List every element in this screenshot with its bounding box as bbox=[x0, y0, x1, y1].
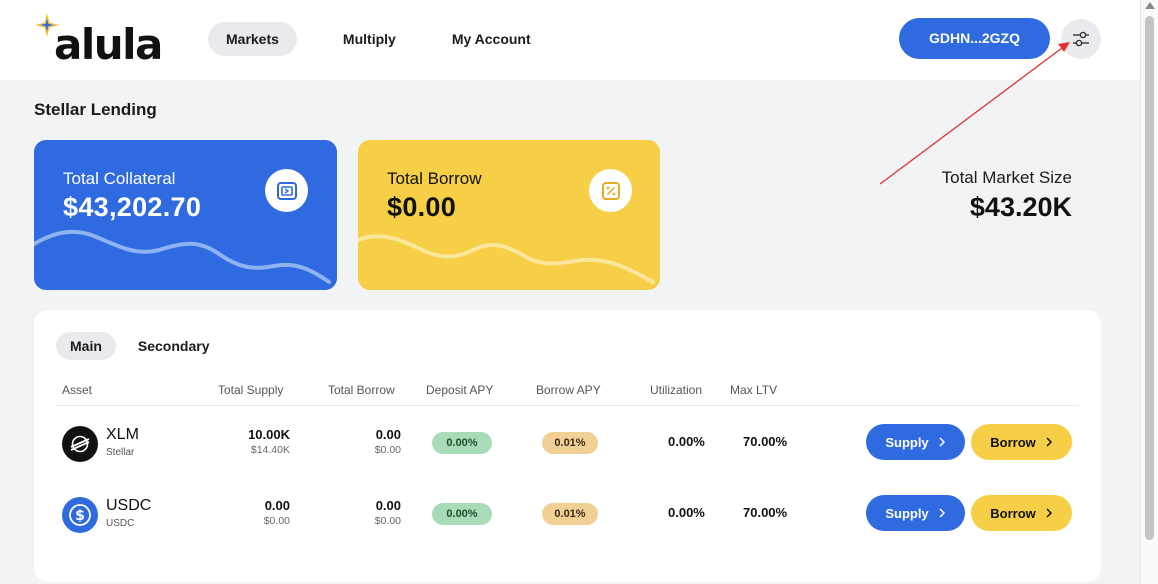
utilization-value: 0.00% bbox=[668, 434, 705, 449]
borrow-label: Total Borrow bbox=[387, 169, 482, 188]
tab-main[interactable]: Main bbox=[56, 332, 116, 360]
header-utilization: Utilization bbox=[650, 383, 703, 397]
asset-symbol: USDC bbox=[106, 497, 152, 514]
markets-panel: Main Secondary Asset Total Supply Total … bbox=[34, 310, 1101, 582]
market-size-value: $43.20K bbox=[969, 192, 1072, 222]
nav-multiply[interactable]: Multiply bbox=[325, 22, 414, 56]
borrow-button-label: Borrow bbox=[990, 434, 1036, 450]
total-market-size: Total Market Size $43.20K bbox=[942, 168, 1072, 223]
supply-button-label: Supply bbox=[885, 505, 929, 521]
top-header: alula Markets Multiply My Account GDHN..… bbox=[0, 0, 1140, 80]
total-borrow-usd: $0.00 bbox=[374, 515, 401, 527]
utilization-value: 0.00% bbox=[668, 505, 705, 520]
brand-name: alula bbox=[54, 20, 163, 69]
header-deposit-apy: Deposit APY bbox=[426, 383, 494, 397]
supply-button[interactable]: Supply bbox=[866, 495, 965, 531]
total-supply-value: 10.00K bbox=[248, 427, 290, 442]
chevron-right-icon bbox=[939, 508, 945, 518]
sliders-icon bbox=[1073, 31, 1089, 47]
vault-icon bbox=[265, 169, 308, 212]
nav-markets[interactable]: Markets bbox=[208, 22, 297, 56]
collateral-label: Total Collateral bbox=[63, 169, 176, 188]
deposit-apy-badge: 0.00% bbox=[432, 503, 492, 525]
nav-my-account[interactable]: My Account bbox=[434, 22, 549, 56]
page-title: Stellar Lending bbox=[34, 100, 157, 119]
header-total-borrow: Total Borrow bbox=[328, 383, 395, 397]
header-total-supply: Total Supply bbox=[218, 383, 284, 397]
supply-button-label: Supply bbox=[885, 434, 929, 450]
total-supply-value: 0.00 bbox=[264, 498, 290, 513]
borrow-wave-graphic bbox=[358, 234, 655, 284]
usdc-icon: $ bbox=[62, 497, 98, 533]
borrow-button[interactable]: Borrow bbox=[971, 495, 1072, 531]
market-tabs: Main Secondary bbox=[56, 332, 231, 360]
settings-button[interactable] bbox=[1061, 19, 1101, 59]
header-divider bbox=[56, 405, 1079, 406]
chevron-right-icon bbox=[1046, 508, 1052, 518]
max-ltv-value: 70.00% bbox=[743, 505, 788, 520]
borrow-button[interactable]: Borrow bbox=[971, 424, 1072, 460]
chevron-right-icon bbox=[1046, 437, 1052, 447]
header-asset: Asset bbox=[62, 383, 93, 397]
scrollbar-thumb[interactable] bbox=[1145, 16, 1154, 540]
svg-text:$: $ bbox=[75, 508, 85, 524]
scroll-up-icon[interactable] bbox=[1145, 2, 1155, 9]
max-ltv-value: 70.00% bbox=[743, 434, 788, 449]
total-borrow-card: Total Borrow $0.00 bbox=[358, 140, 660, 290]
asset-name: Stellar bbox=[106, 447, 135, 458]
page-scrollbar[interactable] bbox=[1140, 0, 1158, 584]
market-size-label: Total Market Size bbox=[941, 168, 1072, 187]
asset-symbol: XLM bbox=[106, 426, 139, 443]
collateral-wave-graphic bbox=[34, 229, 331, 284]
borrow-apy-badge: 0.01% bbox=[542, 503, 598, 525]
main-nav: Markets Multiply My Account bbox=[208, 22, 559, 56]
table-row: XLM Stellar 10.00K $14.40K 0.00 $0.00 0.… bbox=[34, 420, 1101, 472]
total-supply-usd: $14.40K bbox=[250, 444, 290, 456]
total-borrow-usd: $0.00 bbox=[374, 444, 401, 456]
percent-icon bbox=[589, 169, 632, 212]
total-supply-usd: $0.00 bbox=[263, 515, 290, 527]
asset-name: USDC bbox=[106, 518, 135, 529]
star-icon bbox=[35, 13, 59, 37]
chevron-right-icon bbox=[939, 437, 945, 447]
header-borrow-apy: Borrow APY bbox=[536, 383, 601, 397]
tab-secondary[interactable]: Secondary bbox=[124, 332, 224, 360]
borrow-apy-badge: 0.01% bbox=[542, 432, 598, 454]
borrow-button-label: Borrow bbox=[990, 505, 1036, 521]
table-row: $ USDC USDC 0.00 $0.00 0.00 $0.00 0.00% … bbox=[34, 491, 1101, 543]
total-collateral-card: Total Collateral $43,202.70 bbox=[34, 140, 337, 290]
supply-button[interactable]: Supply bbox=[866, 424, 965, 460]
total-borrow-value: 0.00 bbox=[375, 427, 401, 442]
header-max-ltv: Max LTV bbox=[730, 383, 778, 397]
total-borrow-value: 0.00 bbox=[375, 498, 401, 513]
brand-logo[interactable]: alula bbox=[34, 12, 163, 69]
wallet-address-button[interactable]: GDHN...2GZQ bbox=[899, 18, 1050, 59]
deposit-apy-badge: 0.00% bbox=[432, 432, 492, 454]
stellar-icon bbox=[62, 426, 98, 462]
